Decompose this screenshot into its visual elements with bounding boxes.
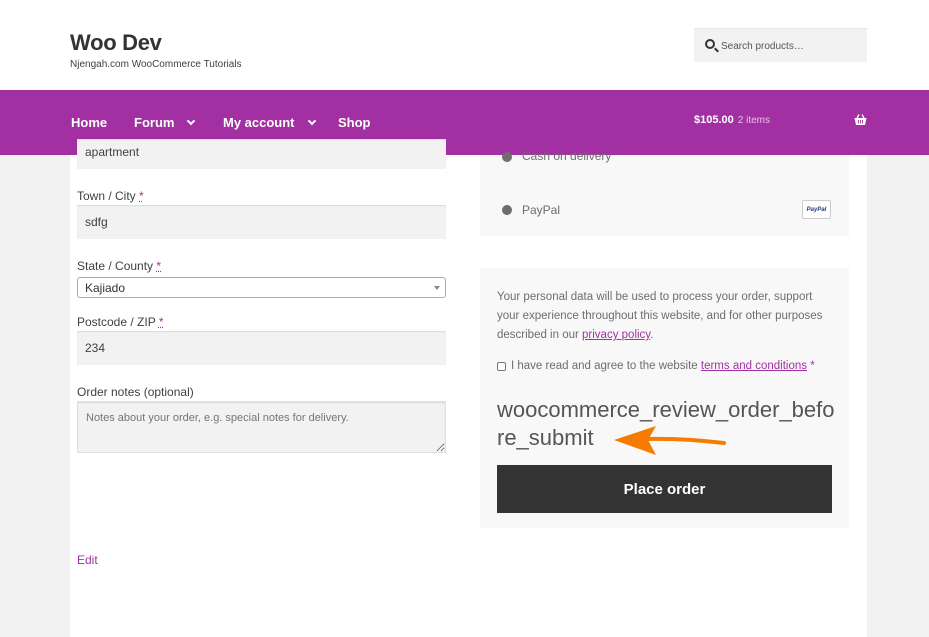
nav-item-forum[interactable]: Forum (134, 115, 196, 130)
postcode-value: 234 (85, 341, 106, 355)
nav-item-label: Home (71, 115, 108, 130)
cart-total: $105.00 (694, 114, 734, 126)
privacy-text: Your personal data will be used to proce… (497, 291, 823, 341)
payment-label-cod: Cash on delivery (522, 149, 612, 163)
nav-item-label: My account (223, 115, 295, 130)
radio-paypal[interactable] (502, 205, 512, 215)
privacy-policy-link[interactable]: privacy policy (582, 329, 650, 341)
town-field[interactable]: sdfg (77, 205, 446, 239)
site-title[interactable]: Woo Dev (70, 30, 162, 56)
search-form[interactable] (694, 28, 867, 62)
edit-link[interactable]: Edit (77, 553, 98, 567)
nav-item-label: Shop (338, 115, 371, 130)
site-header: Woo Dev Njengah.com WooCommerce Tutorial… (0, 0, 929, 90)
privacy-end: . (650, 329, 654, 341)
order-review-box: Your personal data will be used to proce… (480, 268, 849, 528)
arrow-left-icon (614, 426, 726, 455)
site-description: Njengah.com WooCommerce Tutorials (70, 59, 242, 70)
checkout-content: apartment Town / City * sdfg State / Cou… (70, 139, 867, 637)
required-mark: * (139, 189, 144, 203)
state-label-text: State / County (77, 259, 154, 273)
terms-label: I have read and agree to the website ter… (511, 360, 815, 372)
town-label-text: Town / City (77, 189, 136, 203)
state-value: Kajiado (85, 280, 126, 295)
paypal-logo: PayPal (802, 200, 831, 219)
town-label: Town / City * (77, 189, 144, 203)
order-notes-label: Order notes (optional) (77, 385, 194, 399)
payment-methods: Cash on delivery PayPal PayPal (480, 149, 849, 236)
terms-link[interactable]: terms and conditions (701, 360, 807, 372)
cart-link[interactable]: $105.00 2 items (694, 114, 770, 126)
terms-checkbox[interactable] (497, 361, 506, 371)
chevron-down-icon (187, 116, 196, 125)
payment-label-paypal: PayPal (522, 203, 561, 217)
postcode-label-text: Postcode / ZIP (77, 315, 156, 329)
required-mark: * (810, 360, 815, 372)
chevron-down-icon (307, 116, 316, 125)
order-notes-textarea[interactable] (77, 401, 446, 453)
place-order-button[interactable]: Place order (497, 465, 832, 513)
postcode-label: Postcode / ZIP * (77, 315, 164, 329)
terms-text: I have read and agree to the website (511, 360, 701, 372)
terms-row: I have read and agree to the website ter… (497, 360, 815, 372)
state-label: State / County * (77, 259, 161, 273)
search-icon (705, 39, 715, 49)
chevron-down-icon (434, 286, 440, 290)
search-input[interactable] (721, 38, 861, 54)
apartment-value: apartment (85, 145, 140, 159)
radio-cash-on-delivery[interactable] (502, 152, 512, 162)
town-value: sdfg (85, 215, 108, 229)
nav-item-my-account[interactable]: My account (223, 115, 316, 130)
state-select[interactable]: Kajiado (77, 277, 446, 298)
required-mark: * (158, 315, 164, 329)
privacy-notice: Your personal data will be used to proce… (497, 288, 837, 345)
nav-item-home[interactable]: Home (71, 115, 107, 130)
nav-item-shop[interactable]: Shop (338, 115, 371, 130)
postcode-field[interactable]: 234 (77, 331, 446, 365)
basket-icon[interactable] (854, 114, 867, 126)
cart-count: 2 items (737, 115, 770, 126)
required-mark: * (156, 259, 162, 273)
nav-item-label: Forum (134, 115, 175, 130)
apartment-field[interactable]: apartment (77, 139, 446, 169)
